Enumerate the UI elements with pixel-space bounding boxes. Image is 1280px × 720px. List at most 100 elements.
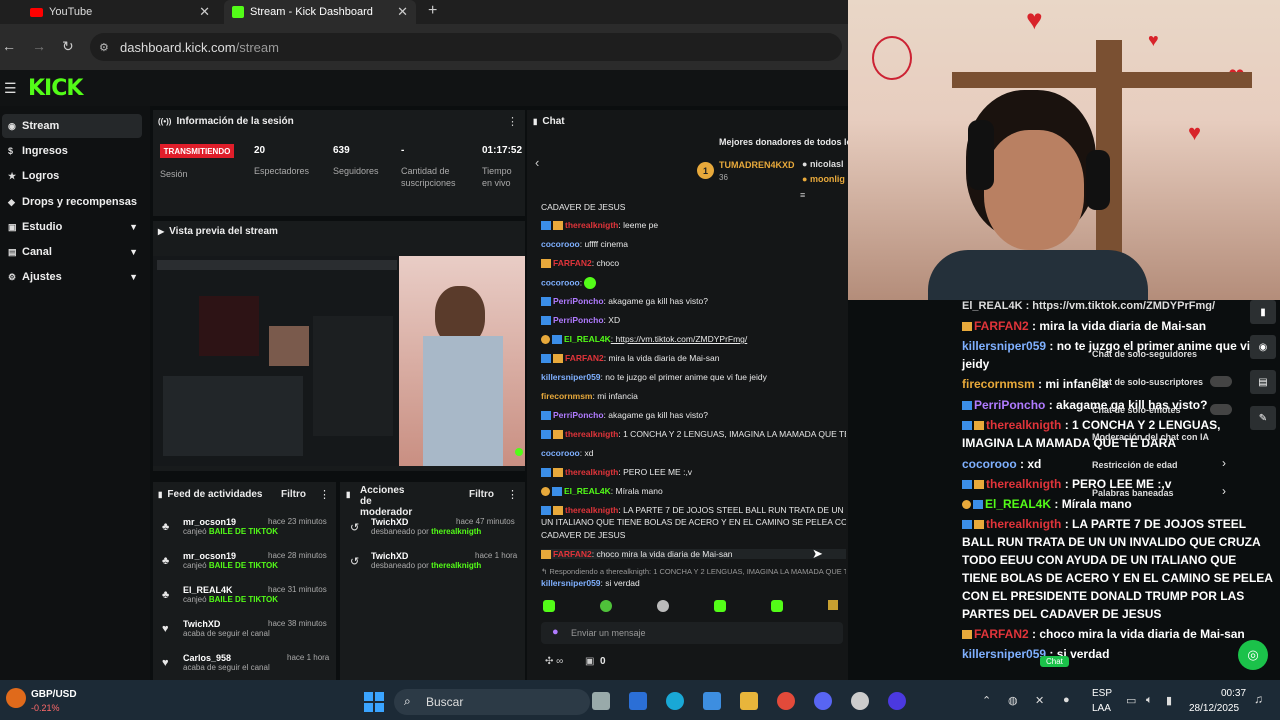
viewers-value: 20: [254, 145, 266, 156]
task-view-icon[interactable]: [592, 692, 610, 710]
ticker-pair[interactable]: GBP/USD: [31, 689, 77, 700]
chat-message: El_REAL4K: https://vm.tiktok.com/ZMDYPrF…: [541, 334, 846, 345]
clock-date[interactable]: 28/12/2025: [1189, 703, 1239, 714]
chevron-up-icon[interactable]: ⌃: [982, 694, 991, 707]
points-icon[interactable]: ▣: [585, 656, 594, 667]
microphone-icon[interactable]: ●: [552, 626, 559, 638]
more-options-icon[interactable]: ⋮: [507, 488, 518, 501]
chat-message: CADAVER DE JESUS: [541, 530, 626, 540]
sidebar-item-ajustes[interactable]: ⚙ Ajustes ▼: [2, 265, 142, 289]
moderator-filter-button[interactable]: Filtro: [469, 489, 494, 500]
stream-preview-video[interactable]: [153, 256, 525, 466]
display-icon[interactable]: ▭: [1126, 694, 1136, 707]
points-value: 0: [600, 656, 606, 667]
close-icon[interactable]: ✕: [397, 4, 408, 20]
headphones: [968, 120, 994, 190]
sidebar-item-stream[interactable]: ◉ Stream: [2, 114, 142, 138]
notification-bell-icon[interactable]: ♫: [1254, 692, 1263, 706]
volume-icon[interactable]: 🔈︎: [1146, 694, 1153, 707]
sidebar-item-drops[interactable]: ◆ Drops y recompensas: [2, 190, 142, 214]
setting-emotes-only[interactable]: Chat de solo-emotes: [1092, 405, 1181, 415]
emote-icon[interactable]: [828, 600, 838, 610]
tab-kick-dashboard[interactable]: Stream - Kick Dashboard ✕: [224, 0, 416, 24]
file-explorer-icon[interactable]: [740, 692, 758, 710]
chat-message: firecornmsm: mi infancia: [541, 391, 638, 401]
emote-icon[interactable]: [714, 600, 726, 612]
support-chat-icon[interactable]: ◎: [1238, 640, 1268, 670]
settings-icon[interactable]: ✣ ∞: [545, 656, 563, 667]
setting-followers-only[interactable]: Chat de solo-seguidores: [1092, 349, 1197, 359]
clock-time[interactable]: 00:37: [1221, 688, 1246, 699]
outlook-icon[interactable]: [629, 692, 647, 710]
microphone-icon[interactable]: ●: [1063, 694, 1070, 706]
chat-message: therealknigth: leeme pe: [541, 220, 846, 231]
chevron-left-icon[interactable]: ‹: [535, 155, 539, 170]
emote-icon[interactable]: [771, 600, 783, 612]
sidebar-item-canal[interactable]: ▤ Canal ▼: [2, 240, 142, 264]
face: [984, 130, 1084, 250]
youtube-icon: [30, 7, 43, 17]
studio-icon: ▣: [8, 221, 17, 232]
gear-icon: ⚙: [8, 271, 17, 282]
discord-icon[interactable]: [814, 692, 832, 710]
network-icon[interactable]: ◍: [1008, 694, 1018, 707]
wrench-icon[interactable]: ✎: [1250, 406, 1276, 430]
toggle-subs-only[interactable]: [1210, 376, 1232, 387]
taskbar-search[interactable]: Buscar: [394, 689, 590, 715]
windows-start-icon[interactable]: [364, 692, 384, 712]
chat-input[interactable]: Enviar un mensaje: [541, 622, 843, 644]
sidebar-item-logros[interactable]: ★ Logros: [2, 164, 142, 188]
overlay-message: therealknigth : LA PARTE 7 DE JOJOS STEE…: [962, 517, 1273, 621]
webcam-feed: ♥ ♥ ♥ ♥: [848, 0, 1280, 300]
new-tab-icon[interactable]: +: [428, 2, 437, 20]
tab-youtube[interactable]: YouTube ✕: [22, 0, 218, 24]
emote-icon[interactable]: [657, 600, 669, 612]
store-icon[interactable]: [703, 692, 721, 710]
settings-gear-icon[interactable]: [851, 692, 869, 710]
more-options-icon[interactable]: ⋮: [319, 488, 330, 501]
activity-filter-button[interactable]: Filtro: [281, 489, 306, 500]
language-indicator[interactable]: ESP: [1092, 688, 1112, 699]
ticker-icon: [6, 688, 26, 708]
moderator-row: ↺ TwichXD desbaneado por therealknigth h…: [350, 551, 518, 570]
broadcast-icon[interactable]: ◉: [1250, 335, 1276, 359]
top-donor-name: TUMADREN4KXD: [719, 160, 795, 170]
tab-label: YouTube: [49, 6, 93, 18]
close-icon[interactable]: ✕: [199, 4, 210, 20]
emote-icon[interactable]: [600, 600, 612, 612]
reload-icon[interactable]: ↻: [62, 38, 74, 55]
heart-icon: ♥: [162, 623, 169, 635]
chat-scroll-icon[interactable]: ≡: [800, 190, 805, 200]
site-info-icon[interactable]: ⚙: [99, 41, 109, 54]
setting-banned-words[interactable]: Palabras baneadas: [1092, 488, 1174, 498]
setting-age-restriction[interactable]: Restricción de edad: [1092, 460, 1178, 470]
toggle-emotes-only[interactable]: [1210, 404, 1232, 415]
emote-icon[interactable]: [543, 600, 555, 612]
setting-subs-only[interactable]: Chat de solo-suscriptores: [1092, 377, 1203, 387]
chevron-right-icon: ›: [1222, 484, 1226, 498]
setting-ai-moderation[interactable]: Moderación del chat con IA: [1092, 432, 1209, 442]
chat-toggle-icon[interactable]: ▮: [1250, 300, 1276, 324]
region-indicator: LAA: [1092, 703, 1111, 714]
sidebar-item-ingresos[interactable]: $ Ingresos: [2, 139, 142, 163]
sidebar-item-label: Estudio: [22, 221, 63, 233]
basketball-hoop: [872, 36, 912, 80]
chat-message: UN ITALIANO QUE TIENE BOLAS DE ACERO Y E…: [541, 517, 846, 527]
hamburger-menu-icon[interactable]: ☰: [4, 80, 17, 97]
back-icon[interactable]: ←: [2, 38, 16, 54]
live-time-label: Tiempo en vivo: [482, 166, 512, 188]
forward-icon[interactable]: →: [32, 38, 46, 54]
edge-icon[interactable]: [666, 692, 684, 710]
kick-logo[interactable]: KICK: [28, 76, 83, 101]
url-field[interactable]: ⚙ dashboard.kick.com/stream: [90, 33, 842, 61]
app-icon[interactable]: [888, 692, 906, 710]
chrome-icon[interactable]: [777, 692, 795, 710]
battery-icon[interactable]: ▮: [1166, 694, 1172, 707]
layout-icon[interactable]: ▤: [1250, 370, 1276, 394]
heart-icon: ♥: [162, 657, 169, 669]
more-options-icon[interactable]: ⋮: [507, 115, 518, 128]
sidebar-item-estudio[interactable]: ▣ Estudio ▼: [2, 215, 142, 239]
chat-message: killersniper059: si verdad: [541, 578, 640, 588]
video-icon: ▶: [158, 227, 165, 236]
notifications-icon[interactable]: ✕: [1035, 694, 1044, 707]
